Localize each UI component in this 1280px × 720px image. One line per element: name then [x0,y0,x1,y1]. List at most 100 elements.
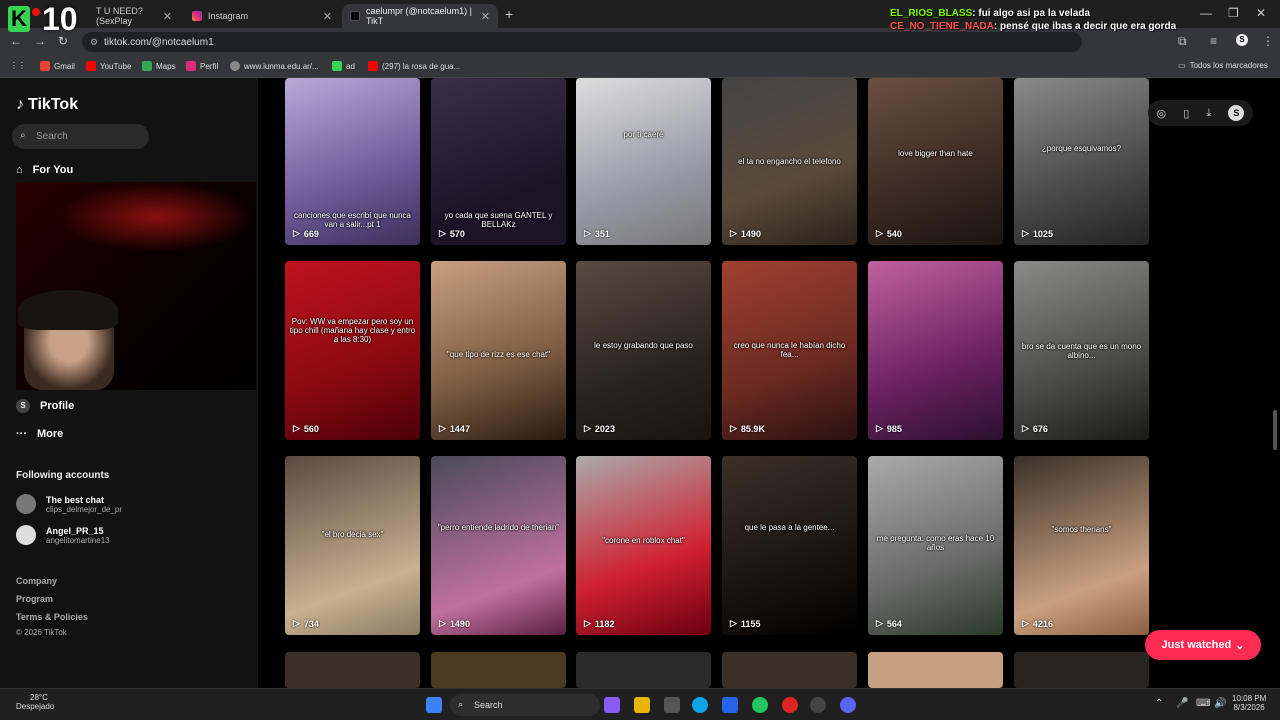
site-info-icon[interactable]: ⚙ [90,37,98,48]
video-thumbnail[interactable]: que le pasa a la gentee... ▷ 1155 [722,456,857,635]
video-thumbnail[interactable] [1014,652,1149,688]
sidebar-item-label: For You [32,164,74,176]
video-thumbnail[interactable] [576,652,711,688]
view-count-text: 540 [886,228,902,239]
sidebar-item-label: More [37,428,64,440]
apps-icon[interactable]: ⋮⋮ [10,61,26,70]
footer-company[interactable]: Company [16,576,57,586]
microphone-icon[interactable]: 🎤 [1176,698,1188,709]
chat-user: EL_RIOS_BLASS [890,8,973,19]
account-item[interactable]: Angel_PR_15 angelitomartine13 [16,525,110,545]
download-icon[interactable]: ⤓ [1206,107,1211,120]
profile-avatar[interactable]: S [1236,34,1248,46]
bookmark-perfil[interactable]: Perfil [186,61,218,71]
clock[interactable]: 10:08 PM 8/3/2026 [1232,694,1266,712]
weather-widget[interactable]: 28°C Despejado [16,693,54,711]
close-icon[interactable]: ✕ [163,10,172,23]
store-icon[interactable] [664,697,680,713]
device-icon[interactable]: ▯ [1183,107,1189,120]
network-icon[interactable]: ⌨ [1196,698,1210,709]
bookmark-label: Maps [156,61,176,71]
discord-icon[interactable] [840,697,856,713]
tray-expand-icon[interactable]: ⌃ [1155,698,1163,709]
video-thumbnail[interactable]: bro se da cuenta que es un mono albino..… [1014,261,1149,440]
profile-avatar[interactable]: S [1228,105,1245,121]
video-caption: "perro entiende ladrido de therian" [437,523,560,532]
search-input[interactable]: ⌕ Search [12,124,149,149]
video-thumbnail[interactable]: le estoy grabando que paso ▷ 2023 [576,261,711,440]
video-thumbnail[interactable] [285,652,420,688]
view-count-text: 570 [449,228,465,239]
video-thumbnail[interactable]: "corone en roblox chat" ▷ 1182 [576,456,711,635]
gmail-icon [40,61,50,71]
video-thumbnail[interactable]: yo cada que suena GANTEL y BELLAKz ▷ 570 [431,78,566,245]
footer-program[interactable]: Program [16,594,53,604]
window-close-icon[interactable]: ✕ [1256,6,1266,20]
search-icon: ⌕ [20,130,26,141]
search-icon: ⌕ [458,699,464,709]
file-explorer-icon[interactable] [634,697,650,713]
close-icon[interactable]: ✕ [323,10,332,23]
video-thumbnail[interactable]: Pov: WW va empezar pero soy un tipo chil… [285,261,420,440]
copilot-icon[interactable] [604,697,620,713]
tab-tiktok[interactable]: caelumpr (@notcaelum1) | TikT ✕ [342,4,498,28]
tab-search-icon[interactable]: ≡ [1210,34,1217,48]
mail-icon[interactable] [722,697,738,713]
tiktok-logo[interactable]: ♪ TikTok [16,96,78,114]
video-thumbnail[interactable]: ▷ 985 [868,261,1003,440]
bookmark-gmail[interactable]: Gmail [40,61,75,71]
bookmark-iunma[interactable]: www.iunma.edu.ar/... [230,61,319,71]
all-bookmarks[interactable]: ▭ Todos los marcadores [1178,61,1268,70]
edge-icon[interactable] [692,697,708,713]
video-thumbnail[interactable] [722,652,857,688]
play-icon: ▷ [584,228,591,238]
view-count: ▷ 4216 [1022,618,1053,629]
back-icon[interactable]: ← [10,34,22,48]
sidebar-item-profile[interactable]: S Profile [16,399,74,413]
video-thumbnail[interactable] [431,652,566,688]
video-thumbnail[interactable]: canciones que escribí que nunca van a sa… [285,78,420,245]
footer-terms[interactable]: Terms & Policies [16,612,88,622]
new-tab-icon[interactable]: + [505,6,513,22]
video-thumbnail[interactable]: creo que nunca le habían dicho fea... ▷ 85… [722,261,857,440]
obs-icon[interactable] [810,697,826,713]
view-count: ▷ 560 [293,423,319,434]
sidebar-item-more[interactable]: ··· More [16,428,63,440]
bookmark-ad[interactable]: ad [332,61,355,71]
bookmark-rosa[interactable]: (297) la rosa de gua... [368,61,460,71]
minimize-icon[interactable]: — [1200,6,1212,20]
video-thumbnail[interactable]: "perro entiende ladrido de therian" ▷ 1490 [431,456,566,635]
video-thumbnail[interactable] [868,652,1003,688]
taskbar-search[interactable]: ⌕ Search [450,694,600,716]
windows-start-icon[interactable] [426,697,442,713]
settings-icon[interactable]: ◎ [1157,107,1167,120]
video-thumbnail[interactable]: por ti caeré ▷ 351 [576,78,711,245]
account-item[interactable]: The best chat clips_delmejor_de_pr [16,494,122,514]
play-icon: ▷ [293,423,300,433]
close-icon[interactable]: ✕ [481,10,490,23]
live-dot [32,8,40,16]
video-thumbnail[interactable]: el ta no engancho el telefono ▷ 1490 [722,78,857,245]
tab-instagram[interactable]: Instagram ✕ [184,4,340,28]
chrome-icon[interactable] [752,697,768,713]
video-thumbnail[interactable]: me pregunta: como eras hace 10 años ▷ 564 [868,456,1003,635]
maximize-icon[interactable]: ❐ [1228,6,1239,20]
bookmark-youtube[interactable]: YouTube [86,61,131,71]
video-thumbnail[interactable]: ¿porque esquivamos? ▷ 1025 [1014,78,1149,245]
globe-icon [230,61,240,71]
bookmark-maps[interactable]: Maps [142,61,176,71]
video-thumbnail[interactable]: love bigger than hate ▷ 540 [868,78,1003,245]
video-thumbnail[interactable]: "somos therians" ▷ 4216 [1014,456,1149,635]
just-watched-button[interactable]: Just watched ⌄ [1145,630,1261,660]
video-thumbnail[interactable]: "que tipo de rizz es ese chat" ▷ 1447 [431,261,566,440]
menu-icon[interactable]: ⋮ [1262,34,1274,48]
url-field[interactable]: ⚙ tiktok.com/@notcaelum1 [82,32,1082,52]
video-thumbnail[interactable]: "el bro decia sex" ▷ 734 [285,456,420,635]
extensions-icon[interactable]: ⧉ [1178,34,1187,49]
volume-icon[interactable]: 🔊 [1214,698,1226,709]
account-handle: clips_delmejor_de_pr [46,504,123,514]
opera-icon[interactable] [782,697,798,713]
sidebar-item-for-you[interactable]: ⌂ For You [16,164,73,176]
more-icon: ··· [16,428,27,440]
scrollbar[interactable] [1273,410,1277,450]
